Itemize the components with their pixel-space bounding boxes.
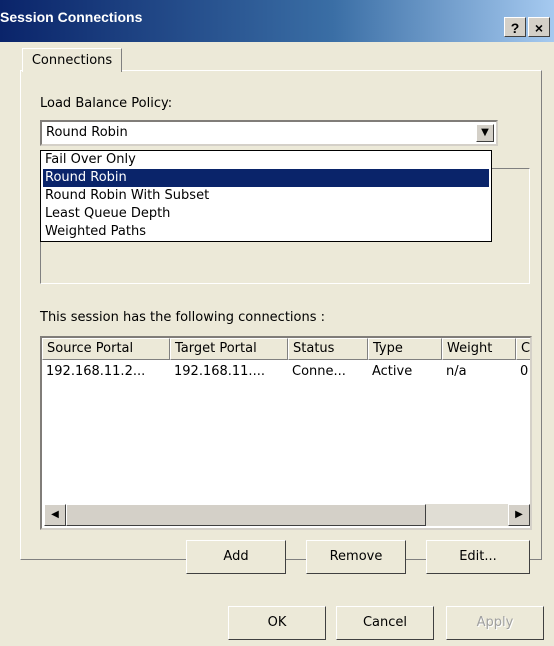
cancel-button-label: Cancel [362, 615, 408, 630]
help-button[interactable]: ? [504, 17, 526, 37]
horizontal-scrollbar[interactable]: ◀ ▶ [44, 504, 530, 526]
tab-connections[interactable]: Connections [22, 48, 122, 72]
cancel-button[interactable]: Cancel [336, 606, 434, 640]
remove-button[interactable]: Remove [306, 540, 406, 574]
connections-list[interactable]: Source Portal Target Portal Status Type … [40, 336, 532, 530]
column-type[interactable]: Type [368, 338, 442, 360]
table-cell-source-portal[interactable]: 192.168.11.2... [42, 364, 170, 382]
apply-button-label: Apply [476, 615, 514, 630]
add-button[interactable]: Add [186, 540, 286, 574]
table-cell-type[interactable]: Active [368, 364, 442, 382]
column-target-portal[interactable]: Target Portal [170, 338, 288, 360]
column-source-portal[interactable]: Source Portal [42, 338, 170, 360]
policy-option-round-robin[interactable]: Round Robin [43, 169, 489, 187]
policy-option-least-queue-depth[interactable]: Least Queue Depth [43, 205, 489, 223]
table-cell-c[interactable]: 0 [516, 364, 530, 382]
ok-button-label: OK [267, 615, 287, 630]
remove-button-label: Remove [329, 549, 383, 564]
scrollbar-thumb[interactable] [66, 504, 426, 526]
table-cell-status[interactable]: Conne... [288, 364, 368, 382]
load-balance-policy-select[interactable]: Round Robin ▼ [40, 120, 498, 146]
policy-option-round-robin-with-subset[interactable]: Round Robin With Subset [43, 187, 489, 205]
policy-option-fail-over-only[interactable]: Fail Over Only [43, 151, 489, 169]
chevron-down-icon[interactable]: ▼ [476, 124, 494, 142]
close-button[interactable]: × [528, 17, 550, 37]
table-cell-weight[interactable]: n/a [442, 364, 516, 382]
scroll-right-icon[interactable]: ▶ [508, 504, 530, 526]
ok-button[interactable]: OK [228, 606, 326, 640]
policy-option-weighted-paths[interactable]: Weighted Paths [43, 223, 489, 241]
policy-selected-value: Round Robin [46, 125, 128, 140]
edit-button[interactable]: Edit... [426, 540, 530, 574]
edit-button-label: Edit... [459, 549, 497, 564]
add-button-label: Add [223, 549, 249, 564]
policy-dropdown-list: Fail Over Only Round Robin Round Robin W… [40, 150, 492, 242]
column-c[interactable]: C [516, 338, 530, 360]
window-title: Session Connections [0, 9, 143, 25]
connections-label: This session has the following connectio… [40, 310, 326, 325]
table-cell-target-portal[interactable]: 192.168.11.... [170, 364, 288, 382]
scroll-left-icon[interactable]: ◀ [44, 504, 66, 526]
apply-button[interactable]: Apply [446, 606, 544, 640]
column-status[interactable]: Status [288, 338, 368, 360]
load-balance-policy-label: Load Balance Policy: [40, 96, 173, 111]
column-weight[interactable]: Weight [442, 338, 516, 360]
